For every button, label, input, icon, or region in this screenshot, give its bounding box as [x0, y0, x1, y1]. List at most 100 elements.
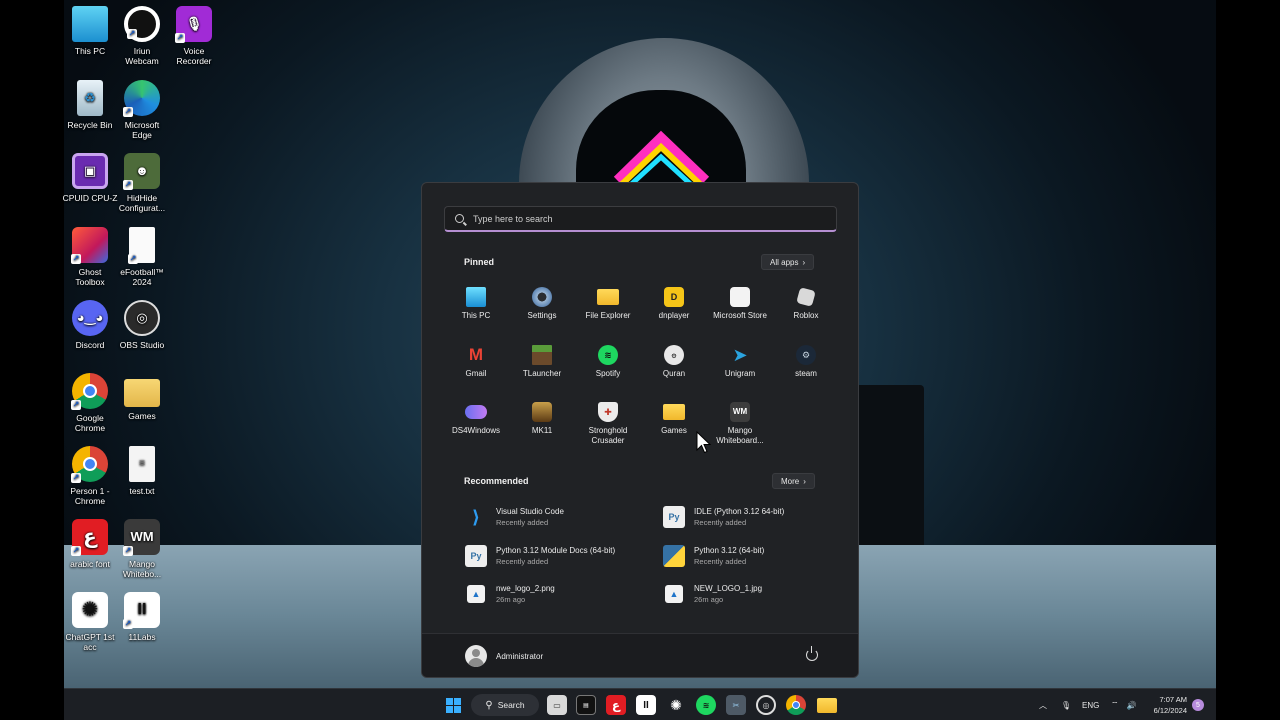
chrome-icon[interactable] [786, 695, 806, 715]
desktop-icon-microsoft-edge[interactable]: ↗ Microsoft Edge [113, 80, 171, 140]
desktop-icon-11labs[interactable]: II ↗ 11Labs [113, 592, 171, 642]
vscode-icon: ⟩ [471, 506, 481, 527]
pinned-app-quran[interactable]: ۞ Quran [641, 345, 707, 379]
desktop-icon-cpu-z[interactable]: ▣ CPUID CPU-Z [61, 153, 119, 203]
spotify-icon[interactable]: ≋ [696, 695, 716, 715]
desktop-icon-voice-recorder[interactable]: 🎙 ↗ Voice Recorder [165, 6, 223, 66]
recommended-item[interactable]: Py IDLE (Python 3.12 64-bit) Recently ad… [663, 506, 853, 528]
pinned-app-roblox[interactable]: Roblox [773, 287, 839, 321]
desktop-icon-label: test.txt [129, 486, 155, 496]
quick-settings-button[interactable]: ⌔ 🔊 [1111, 689, 1137, 720]
taskbar-search-button[interactable]: ⚲ Search [471, 694, 539, 716]
elevenlabs-icon[interactable]: II [636, 695, 656, 715]
desktop-icon-hidhide[interactable]: ☻ ↗ HidHide Configurat... [113, 153, 171, 213]
recommended-item[interactable]: ⟩ Visual Studio Code Recently added [465, 506, 655, 528]
start-search-input[interactable]: Type here to search [444, 206, 837, 232]
desktop-icon-test-txt[interactable]: ≡ test.txt [113, 446, 171, 496]
recommended-subtitle: Recently added [496, 557, 549, 566]
desktop-icon-arabic-font[interactable]: ع ↗ arabic font [61, 519, 119, 569]
recommended-subtitle: Recently added [694, 518, 747, 527]
mk11-icon [532, 402, 552, 422]
pinned-app-spotify[interactable]: ≋ Spotify [575, 345, 641, 379]
desktop-icon-label: CPUID CPU-Z [62, 193, 118, 203]
more-button[interactable]: More › [772, 473, 815, 489]
power-icon[interactable] [806, 646, 818, 661]
pinned-app-settings[interactable]: Settings [509, 287, 575, 321]
image-file-icon: ▲ [665, 585, 683, 603]
user-account-button[interactable]: Administrator [465, 634, 543, 677]
desktop-icon-label: eFootball™ 2024 [120, 267, 164, 287]
recommended-item[interactable]: Python 3.12 (64-bit) Recently added [663, 545, 853, 567]
pinned-app-label: DS4Windows [451, 426, 500, 435]
pinned-app-label: dnplayer [658, 311, 690, 320]
folder-icon [663, 404, 685, 420]
recommended-title: Python 3.12 (64-bit) [694, 546, 765, 555]
pinned-app-this-pc[interactable]: This PC [443, 287, 509, 321]
desktop-icon-label: Recycle Bin [67, 120, 113, 130]
start-button[interactable] [443, 695, 463, 715]
search-icon [455, 214, 464, 223]
desktop-icon-label: Discord [75, 340, 105, 350]
obs-icon[interactable]: ◎ [756, 695, 776, 715]
windows-logo-icon [445, 697, 461, 713]
desktop-icon-recycle-bin[interactable]: ♻ Recycle Bin [61, 80, 119, 130]
hidhide-icon: ☻ ↗ [123, 153, 160, 190]
edge-icon: ↗ [123, 80, 160, 117]
icon-glyph: WM [130, 529, 154, 544]
microphone-icon[interactable]: 🎙 [1061, 701, 1071, 710]
pinned-app-unigram[interactable]: ➤ Unigram [707, 345, 773, 379]
desktop-icon-label: This PC [74, 46, 106, 56]
pinned-app-mk11[interactable]: MK11 [509, 402, 575, 436]
recommended-title: Visual Studio Code [496, 507, 564, 516]
text-file-icon: ≡ [129, 446, 155, 482]
chevron-up-icon[interactable]: ︿ [1039, 700, 1047, 711]
desktop-icon-games-folder[interactable]: Games [113, 373, 171, 421]
folder-icon[interactable] [817, 698, 837, 713]
pinned-app-label: Microsoft Store [713, 311, 767, 320]
search-placeholder: Type here to search [473, 213, 553, 224]
all-apps-button[interactable]: All apps › [761, 254, 815, 270]
chatgpt-icon[interactable]: ✺ [666, 695, 686, 715]
spotify-icon: ≋ [598, 345, 618, 365]
desktop-icon-label: Google Chrome [74, 413, 106, 433]
task-view-icon[interactable]: ▭ [547, 695, 567, 715]
search-icon: ⚲ [485, 699, 493, 711]
pinned-app-ds4windows[interactable]: DS4Windows [443, 402, 509, 436]
desktop-icon-label: Mango Whitebo... [122, 559, 162, 579]
arabic-font-icon[interactable]: ع [606, 695, 626, 715]
pinned-app-tlauncher[interactable]: TLauncher [509, 345, 575, 379]
pinned-app-microsoft-store[interactable]: Microsoft Store [707, 287, 773, 321]
desktop-icon-person1-chrome[interactable]: ↗ Person 1 - Chrome [61, 446, 119, 506]
pinned-app-stronghold-crusader[interactable]: ✚ Stronghold Crusader [575, 402, 641, 446]
desktop-icon-iriun-webcam[interactable]: ↗ Iriun Webcam [113, 6, 171, 66]
language-indicator[interactable]: ENG [1082, 689, 1099, 720]
recommended-item[interactable]: ▲ NEW_LOGO_1.jpg 26m ago [663, 583, 853, 605]
desktop-icon-efootball[interactable]: ↗ eFootball™ 2024 [113, 227, 171, 287]
desktop-icon-ghost-toolbox[interactable]: ↗ Ghost Toolbox [61, 227, 119, 287]
pinned-app-gmail[interactable]: M Gmail [443, 345, 509, 379]
desktop-icon-obs-studio[interactable]: ◎ OBS Studio [113, 300, 171, 350]
pinned-app-label: MK11 [531, 426, 553, 435]
desktop-icon-google-chrome[interactable]: ↗ Google Chrome [61, 373, 119, 433]
pinned-app-label: Roblox [793, 311, 819, 320]
pinned-app-label: Spotify [595, 369, 621, 378]
snipping-tool-icon[interactable]: ✂ [726, 695, 746, 715]
desktop-icon-mango-whiteboard[interactable]: WM ↗ Mango Whitebo... [113, 519, 171, 579]
desktop-icon-chatgpt[interactable]: ✺ ChatGPT 1st acc [61, 592, 119, 652]
recommended-item[interactable]: ▲ nwe_logo_2.png 26m ago [465, 583, 655, 605]
desktop-icon-label: HidHide Configurat... [118, 193, 166, 213]
gmail-icon: M [466, 345, 486, 365]
desktop-icon-this-pc[interactable]: This PC [61, 6, 119, 56]
python-docs-icon: Py [465, 545, 487, 567]
desktop-icon-discord[interactable]: ◕‿◕ Discord [61, 300, 119, 350]
desktop-icon-label: arabic font [70, 559, 110, 569]
clock[interactable]: 7:07 AM 6/12/2024 [1147, 689, 1187, 720]
pinned-app-mango-whiteboard[interactable]: WM Mango Whiteboard... [707, 402, 773, 446]
notification-button[interactable]: 5 [1192, 689, 1204, 720]
taskbar-app-icon[interactable]: ▤ [576, 695, 596, 715]
pinned-app-file-explorer[interactable]: File Explorer [575, 287, 641, 321]
icon-glyph: M [468, 345, 484, 364]
pinned-app-steam[interactable]: ⚙ steam [773, 345, 839, 379]
recommended-item[interactable]: Py Python 3.12 Module Docs (64-bit) Rece… [465, 545, 655, 567]
pinned-app-dnplayer[interactable]: D dnplayer [641, 287, 707, 321]
